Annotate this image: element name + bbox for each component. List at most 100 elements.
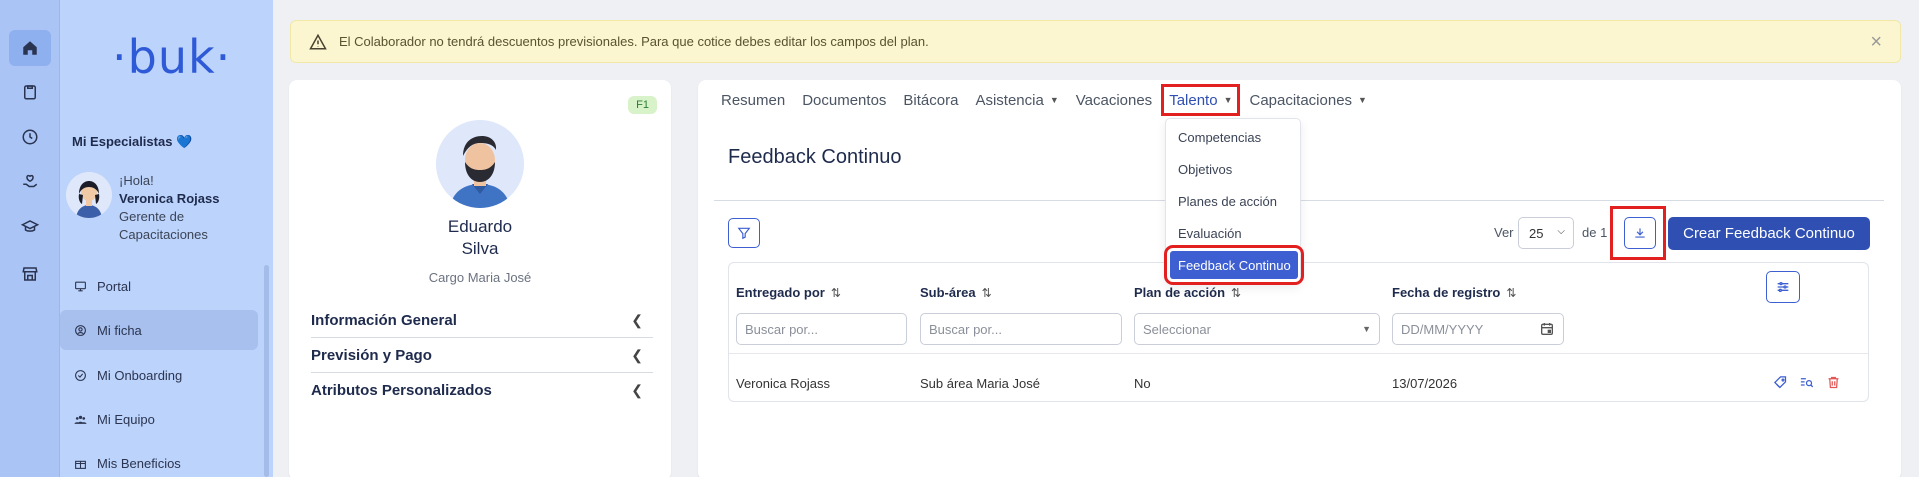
- profile-card: F1 Eduardo Silva Cargo Maria José Inform…: [289, 80, 671, 477]
- sidebar-item-portal[interactable]: Portal: [60, 266, 258, 306]
- search-subarea-input[interactable]: Buscar por...: [920, 313, 1122, 345]
- filter-button[interactable]: [728, 218, 760, 248]
- sidebar-item-label: Mi ficha: [97, 322, 142, 338]
- warning-alert: El Colaborador no tendrá descuentos prev…: [290, 20, 1901, 63]
- search-entregado-input[interactable]: Buscar por...: [736, 313, 907, 345]
- plan-select[interactable]: Seleccionar ▼: [1134, 313, 1380, 345]
- clock-icon[interactable]: [9, 119, 51, 155]
- tab-label: Documentos: [802, 91, 887, 109]
- menu-item-objetivos[interactable]: Objetivos: [1166, 155, 1302, 183]
- tab-asistencia[interactable]: Asistencia ▼: [975, 88, 1058, 112]
- sidebar-item-mi-ficha[interactable]: Mi ficha: [60, 310, 258, 350]
- profile-avatar: [436, 120, 524, 208]
- menu-item-feedback-continuo[interactable]: Feedback Continuo: [1164, 245, 1304, 285]
- view-details-icon[interactable]: [1797, 373, 1815, 391]
- tab-label: Bitácora: [903, 91, 959, 109]
- trash-icon[interactable]: [1824, 373, 1842, 391]
- team-icon: [74, 415, 87, 424]
- header-label: Plan de acción: [1134, 285, 1226, 300]
- store-icon[interactable]: [9, 256, 51, 292]
- column-header-entregado-por[interactable]: Entregado por ⇅: [736, 285, 841, 300]
- section-atributos-personalizados[interactable]: Atributos Personalizados ❮: [311, 373, 653, 408]
- column-header-fecha-de-registro[interactable]: Fecha de registro ⇅: [1392, 285, 1516, 300]
- header-label: Entregado por: [736, 285, 825, 300]
- graduation-cap-icon[interactable]: [9, 209, 51, 245]
- sidebar-item-label: Mi Equipo: [97, 411, 155, 427]
- sidebar-item-mi-equipo[interactable]: Mi Equipo: [60, 399, 258, 439]
- cell-plan: No: [1134, 376, 1151, 391]
- sliders-icon: [1777, 282, 1789, 292]
- menu-item-competencias[interactable]: Competencias: [1166, 123, 1302, 151]
- row-divider: [729, 353, 1868, 354]
- user-name: Veronica Rojass: [119, 191, 220, 206]
- tab-label: Asistencia: [975, 91, 1044, 109]
- sidebar-item-label: Mis Beneficios: [97, 455, 181, 471]
- tab-resumen[interactable]: Resumen: [721, 88, 785, 112]
- column-settings-button[interactable]: [1766, 271, 1800, 303]
- menu-item-evaluacion[interactable]: Evaluación: [1166, 219, 1302, 247]
- tab-vacaciones[interactable]: Vacaciones: [1076, 88, 1152, 112]
- talento-dropdown-menu: Competencias Objetivos Planes de acción …: [1164, 118, 1304, 285]
- input-placeholder: DD/MM/YYYY: [1401, 321, 1484, 337]
- chevron-left-icon: ❮: [631, 311, 643, 328]
- ver-label: Ver: [1494, 225, 1514, 240]
- hand-heart-icon[interactable]: [9, 164, 51, 200]
- download-button[interactable]: [1624, 217, 1656, 249]
- sidebar-item-mis-beneficios[interactable]: Mis Beneficios: [60, 443, 258, 477]
- alert-text: El Colaborador no tendrá descuentos prev…: [339, 34, 929, 49]
- greeting-text: ¡Hola!: [119, 173, 154, 188]
- chevron-left-icon: ❮: [631, 346, 643, 363]
- column-header-sub-area[interactable]: Sub-área ⇅: [920, 285, 992, 300]
- user-role-line-1: Gerente de: [119, 209, 185, 224]
- home-icon[interactable]: [9, 30, 51, 66]
- sidebar-item-label: Portal: [97, 278, 131, 294]
- tab-capacitaciones[interactable]: Capacitaciones ▼: [1249, 88, 1366, 112]
- clipboard-icon[interactable]: [9, 74, 51, 110]
- warning-icon: [309, 33, 327, 49]
- profile-cargo: Cargo Maria José: [428, 270, 532, 285]
- tab-label: Vacaciones: [1075, 91, 1153, 109]
- user-role-line-2: Capacitaciones: [119, 227, 208, 242]
- sidebar-item-mi-onboarding[interactable]: Mi Onboarding: [60, 355, 258, 395]
- download-icon: [1635, 228, 1645, 238]
- profile-first-name: Eduardo: [447, 217, 513, 236]
- page-title: Feedback Continuo: [728, 146, 902, 168]
- section-title: Información General: [311, 311, 457, 329]
- tag-icon[interactable]: [1771, 373, 1789, 391]
- sort-icon: ⇅: [981, 286, 992, 300]
- sidebar: ·buk· Mi Especialistas 💙 ¡Hola! Veronica…: [60, 0, 273, 477]
- header-label: Fecha de registro: [1392, 285, 1501, 300]
- section-title: Previsión y Pago: [311, 346, 432, 364]
- cell-subarea: Sub área Maria José: [920, 376, 1040, 391]
- create-feedback-button[interactable]: Crear Feedback Continuo: [1668, 217, 1870, 250]
- user-circle-icon: [75, 324, 86, 336]
- tab-bar: Resumen Documentos Bitácora Asistencia ▼ …: [721, 84, 1384, 116]
- gift-icon: [75, 460, 86, 469]
- sidebar-item-label: Mi Onboarding: [97, 367, 183, 383]
- specialists-link[interactable]: Mi Especialistas 💙: [72, 134, 192, 150]
- input-placeholder: Seleccionar: [1143, 321, 1211, 337]
- calendar-icon[interactable]: [1539, 321, 1555, 340]
- caret-down-icon: ▼: [1362, 324, 1371, 334]
- page-count: de 1: [1582, 225, 1608, 240]
- caret-down-icon: ▼: [1049, 95, 1059, 105]
- menu-item-planes-de-accion[interactable]: Planes de acción: [1166, 187, 1302, 215]
- section-title: Atributos Personalizados: [311, 382, 492, 399]
- sort-icon: ⇅: [830, 286, 841, 300]
- chevron-down-icon: ⌵: [1557, 226, 1565, 237]
- profile-name: Eduardo Silva: [289, 216, 671, 260]
- buk-logo[interactable]: ·buk·: [112, 30, 231, 84]
- tab-label: Talento: [1169, 91, 1218, 109]
- section-informacion-general[interactable]: Información General ❮: [311, 303, 653, 338]
- per-page-select[interactable]: 25 ⌵: [1518, 217, 1574, 249]
- shortcut-badge: F1: [628, 96, 657, 114]
- tab-talento[interactable]: Talento ▼: [1161, 84, 1241, 116]
- date-input[interactable]: DD/MM/YYYY: [1392, 313, 1564, 345]
- tab-documentos[interactable]: Documentos: [802, 88, 886, 112]
- close-icon[interactable]: ×: [1870, 31, 1882, 54]
- caret-down-icon: ▼: [1223, 95, 1233, 105]
- sidebar-scrollbar[interactable]: [264, 265, 269, 477]
- tab-bitacora[interactable]: Bitácora: [903, 88, 958, 112]
- section-prevision-y-pago[interactable]: Previsión y Pago ❮: [311, 338, 653, 373]
- column-header-plan-de-accion[interactable]: Plan de acción ⇅: [1134, 285, 1241, 300]
